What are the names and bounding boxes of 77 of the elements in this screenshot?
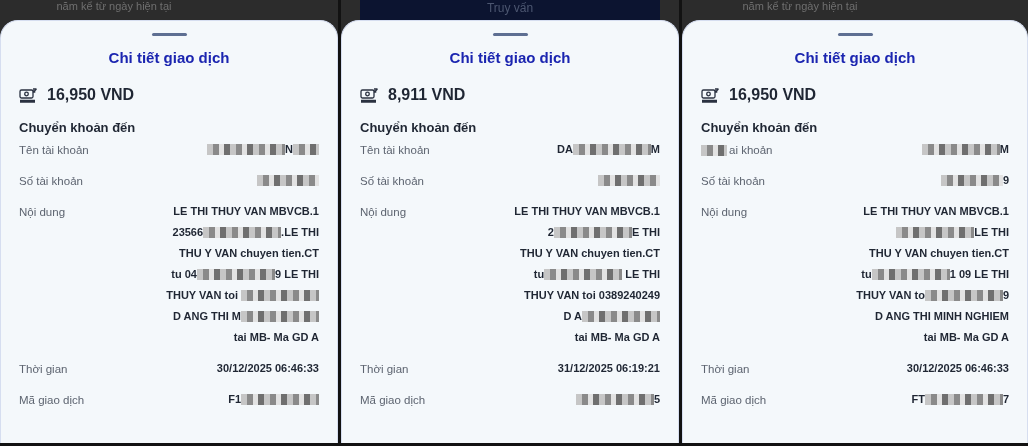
- amount-text: 16,950 VND: [729, 86, 817, 104]
- field-value: tai MB- Ma GD A: [233, 330, 319, 345]
- field-value: 1 09 LE THI: [949, 267, 1009, 282]
- field-value: THUY VAN toi: [166, 288, 239, 303]
- pixelated-block: [701, 144, 727, 156]
- field-value: D ANG THI M: [172, 309, 241, 324]
- drag-handle[interactable]: [151, 33, 187, 36]
- field-label: Nội dung: [19, 206, 66, 218]
- field-label: Thời gian: [360, 363, 409, 375]
- field-value: 7: [1002, 392, 1009, 407]
- field-value: LE THI THUY VAN MBVCB.1: [173, 204, 319, 219]
- field-value: D ANG THI MINH NGHIEM: [874, 309, 1009, 324]
- pixelated-block: [257, 175, 319, 186]
- field-value: tu: [533, 267, 545, 282]
- field-value: 9: [1002, 288, 1009, 303]
- field-value: LE THI THUY VAN MBVCB.1: [863, 204, 1009, 219]
- field-value: THUY VAN toi 0389240249: [524, 288, 660, 303]
- field-value: 30/12/2025 06:46:33: [216, 361, 319, 376]
- field-label: Nội dung: [701, 206, 748, 218]
- field-value: N: [285, 142, 293, 157]
- field-value: D A: [563, 309, 582, 324]
- field-label: Thời gian: [701, 363, 750, 375]
- field-value: FT: [911, 392, 925, 407]
- field-value: LE THI THUY VAN MBVCB.1: [514, 204, 660, 219]
- section-heading: Chuyển khoản đến: [701, 120, 819, 135]
- field-value: DA: [556, 142, 573, 157]
- field-value: THU Y VAN chuyen tien.CT: [520, 246, 660, 261]
- background-text: năm kể từ ngày hiện tại: [56, 0, 172, 12]
- sheet-title: Chi tiết giao dịch: [793, 49, 917, 66]
- field-value: 5: [653, 392, 660, 407]
- cash-icon: [701, 87, 720, 103]
- field-value: 23566: [172, 225, 204, 240]
- field-value: LE THI: [974, 225, 1009, 240]
- field-value: E THI: [631, 225, 660, 240]
- field-value: F1: [228, 392, 241, 407]
- field-value: THU Y VAN chuyen tien.CT: [179, 246, 319, 261]
- field-value: tai MB- Ma GD A: [574, 330, 660, 345]
- drag-handle[interactable]: [837, 33, 873, 36]
- cash-icon: [360, 87, 379, 103]
- sheet-title: Chi tiết giao dịch: [107, 49, 231, 66]
- field-value: tu: [861, 267, 872, 282]
- field-label: Nội dung: [360, 206, 407, 218]
- field-label: ai khoản: [729, 144, 773, 156]
- pixelated-block: [293, 144, 319, 155]
- field-value: THU Y VAN chuyen tien.CT: [869, 246, 1009, 261]
- field-value: 31/12/2025 06:19:21: [557, 361, 660, 376]
- pixelated-block: [598, 175, 660, 186]
- field-value: .LE THI: [281, 225, 319, 240]
- field-value: tu 04: [171, 267, 197, 282]
- field-value: 2: [547, 225, 554, 240]
- field-label: Số tài khoản: [19, 175, 83, 187]
- field-value: 9: [1002, 173, 1009, 188]
- pixelated-block: [940, 175, 1003, 186]
- field-label: Mã giao dịch: [360, 394, 426, 406]
- field-label: Số tài khoản: [701, 175, 765, 187]
- section-heading: Chuyển khoản đến: [19, 120, 137, 135]
- field-value: M: [999, 142, 1009, 157]
- section-heading: Chuyển khoản đến: [360, 120, 478, 135]
- background-text: năm kể từ ngày hiện tại: [742, 0, 858, 12]
- field-value: THUY VAN to: [856, 288, 925, 303]
- drag-handle[interactable]: [492, 33, 528, 36]
- cash-icon: [19, 87, 38, 103]
- field-value: 30/12/2025 06:46:33: [906, 361, 1009, 376]
- field-label: Tên tài khoản: [19, 144, 89, 156]
- field-label: Thời gian: [19, 363, 68, 375]
- field-value: LE THI: [624, 267, 660, 282]
- field-label: Mã giao dịch: [701, 394, 767, 406]
- sheet-title: Chi tiết giao dịch: [448, 49, 572, 66]
- field-value: 9 LE THI: [275, 267, 319, 282]
- field-value: tai MB- Ma GD A: [923, 330, 1009, 345]
- query-button[interactable]: Truy vấn: [360, 0, 660, 20]
- field-value: M: [650, 142, 660, 157]
- field-label: Tên tài khoản: [360, 144, 430, 156]
- amount-text: 8,911 VND: [388, 86, 466, 104]
- amount-text: 16,950 VND: [47, 86, 135, 104]
- field-label: Mã giao dịch: [19, 394, 85, 406]
- field-label: Số tài khoản: [360, 175, 424, 187]
